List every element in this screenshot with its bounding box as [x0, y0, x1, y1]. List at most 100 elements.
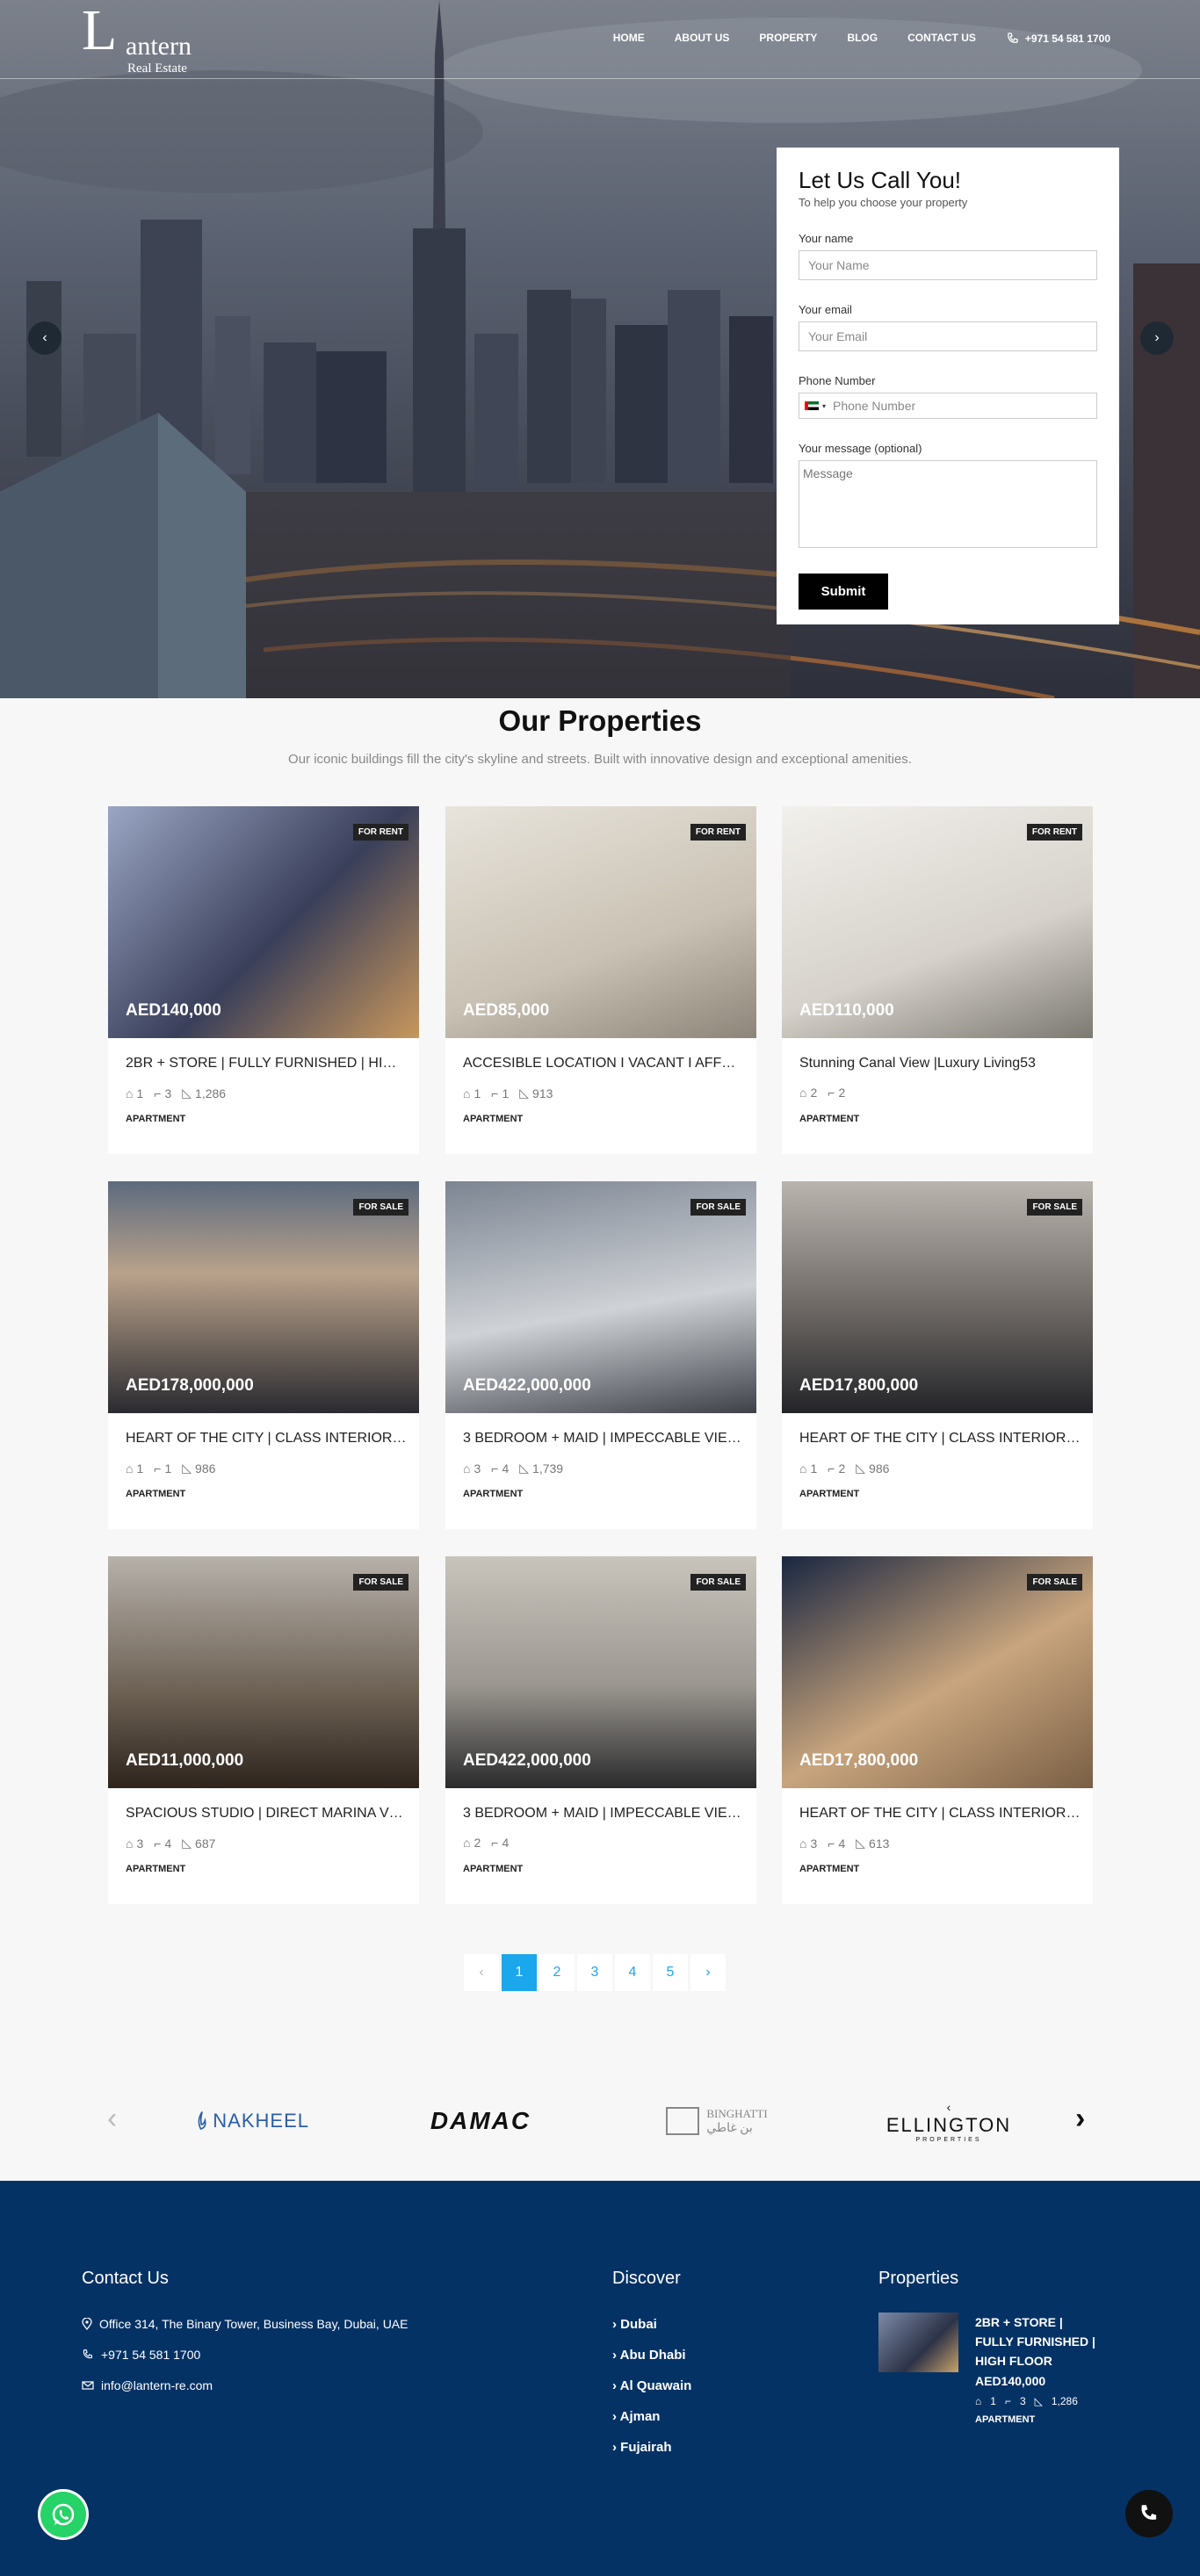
slider-prev-button[interactable]: ‹: [28, 321, 61, 355]
nav-phone-link[interactable]: +971 54 581 1700: [1006, 32, 1110, 46]
partners-prev-button[interactable]: ‹: [107, 2102, 117, 2136]
whatsapp-icon: [52, 2503, 75, 2526]
property-card[interactable]: FOR RENT AED85,000 ACCESIBLE LOCATION I VA…: [445, 806, 756, 1154]
listing-badge: FOR SALE: [1027, 1574, 1082, 1591]
property-title[interactable]: 3 BEDROOM + MAID | IMPECCABLE VIEW | VAC…: [463, 1431, 744, 1447]
page-2-button[interactable]: 2: [539, 1954, 575, 1991]
ellington-text: ELLINGTON: [886, 2113, 1012, 2136]
property-image[interactable]: FOR RENT AED140,000: [108, 806, 419, 1038]
property-title[interactable]: HEART OF THE CITY | CLASS INTERIOR | BUR…: [799, 1806, 1081, 1822]
ellington-logo[interactable]: ‹ ELLINGTON PROPERTIES: [886, 2095, 1012, 2147]
property-card[interactable]: FOR SALE AED17,800,000 HEART OF THE CITY |…: [782, 1181, 1093, 1529]
call-now-button[interactable]: [1125, 2490, 1173, 2537]
discover-link-fujairah[interactable]: › Fujairah: [612, 2440, 672, 2455]
property-card[interactable]: FOR SALE AED11,000,000 SPACIOUS STUDIO | D…: [108, 1556, 419, 1904]
property-image[interactable]: FOR RENT AED110,000: [782, 806, 1093, 1038]
partner-carousel: ‹ › NAKHEEL DAMAC BINGHATTI بن غاطي ‹ EL…: [0, 2060, 1200, 2183]
property-card[interactable]: FOR RENT AED110,000 Stunning Canal View |L…: [782, 806, 1093, 1154]
property-image[interactable]: FOR SALE AED422,000,000: [445, 1556, 756, 1788]
property-card[interactable]: FOR RENT AED140,000 2BR + STORE | FULLY FU…: [108, 806, 419, 1154]
message-textarea[interactable]: [799, 460, 1097, 548]
property-meta: ⌂ 3 ⌐ 4 ◺ 613: [799, 1836, 889, 1851]
area-info: ◺ 1,739: [519, 1461, 563, 1476]
property-card[interactable]: FOR SALE AED422,000,000 3 BEDROOM + MAID |…: [445, 1181, 756, 1529]
nakheel-mark-icon: [198, 2111, 206, 2130]
discover-link-al-quawain[interactable]: › Al Quawain: [612, 2378, 691, 2393]
name-input[interactable]: Your Name: [799, 250, 1097, 280]
page-next-button[interactable]: ›: [690, 1954, 726, 1991]
discover-link-abu-dhabi[interactable]: › Abu Dhabi: [612, 2348, 686, 2363]
baths-count: 2: [838, 1461, 846, 1476]
area-icon: ◺: [519, 1086, 530, 1100]
property-price: AED17,800,000: [799, 1751, 919, 1770]
page-3-button[interactable]: 3: [577, 1954, 612, 1991]
bath-icon: ⌐: [491, 1086, 499, 1100]
email-input[interactable]: Your Email: [799, 321, 1097, 351]
listing-badge: FOR RENT: [352, 824, 408, 841]
partners-next-button[interactable]: ›: [1075, 2102, 1085, 2136]
property-title[interactable]: Stunning Canal View |Luxury Living53: [799, 1056, 1081, 1072]
area-value: 613: [869, 1836, 890, 1851]
nav-blog[interactable]: BLOG: [847, 32, 878, 46]
property-title[interactable]: SPACIOUS STUDIO | DIRECT MARINA VIEW: [126, 1806, 407, 1822]
area-info: ◺ 1,286: [182, 1086, 226, 1100]
property-card[interactable]: FOR SALE AED17,800,000 HEART OF THE CITY |…: [782, 1556, 1093, 1904]
uae-flag-icon: [805, 401, 819, 410]
footer-phone[interactable]: +971 54 581 1700: [82, 2348, 200, 2362]
property-image[interactable]: FOR RENT AED85,000: [445, 806, 756, 1038]
featured-property-thumb[interactable]: [878, 2313, 958, 2372]
slider-next-button[interactable]: ›: [1140, 321, 1174, 355]
featured-property-title[interactable]: 2BR + STORE | FULLY FURNISHED | HIGH FLO…: [975, 2313, 1098, 2370]
property-card[interactable]: FOR SALE AED422,000,000 3 BEDROOM + MAID |…: [445, 1556, 756, 1904]
property-title[interactable]: 2BR + STORE | FULLY FURNISHED | HIGH FLO…: [126, 1056, 407, 1072]
property-image[interactable]: FOR SALE AED17,800,000: [782, 1181, 1093, 1413]
property-image[interactable]: FOR SALE AED178,000,000: [108, 1181, 419, 1413]
damac-logo[interactable]: DAMAC: [415, 2095, 546, 2147]
whatsapp-button[interactable]: [40, 2492, 86, 2537]
footer-address: Office 314, The Binary Tower, Business B…: [82, 2317, 408, 2331]
nakheel-logo[interactable]: NAKHEEL: [195, 2095, 309, 2147]
property-title[interactable]: HEART OF THE CITY | CLASS INTERIOR | BUR…: [799, 1431, 1081, 1447]
bed-icon: ⌂: [126, 1086, 134, 1100]
logo-word: antern: [126, 32, 192, 61]
country-select[interactable]: ▾: [799, 393, 833, 418]
footer-email[interactable]: info@lantern-re.com: [82, 2378, 213, 2392]
nav-contact[interactable]: CONTACT US: [907, 32, 976, 46]
area-info: ◺ 986: [856, 1461, 889, 1476]
page-prev-button[interactable]: ‹: [464, 1954, 499, 1991]
page-1-button[interactable]: 1: [502, 1954, 537, 1991]
phone-input[interactable]: Phone Number: [833, 399, 915, 413]
page-5-button[interactable]: 5: [653, 1954, 688, 1991]
property-title[interactable]: HEART OF THE CITY | CLASS INTERIOR | BUR…: [126, 1431, 407, 1447]
nav-about[interactable]: ABOUT US: [675, 32, 730, 46]
nav-property[interactable]: PROPERTY: [759, 32, 817, 46]
bed-icon: ⌂: [799, 1836, 807, 1851]
baths-info: ⌐ 4: [828, 1836, 845, 1851]
featured-property-meta: ⌂ 1 ⌐ 3 ◺ 1,286: [975, 2395, 1078, 2407]
discover-link-ajman[interactable]: › Ajman: [612, 2409, 660, 2424]
submit-button[interactable]: Submit: [799, 574, 888, 610]
property-image[interactable]: FOR SALE AED422,000,000: [445, 1181, 756, 1413]
bath-icon: ⌐: [828, 1086, 835, 1100]
beds-count: 1: [136, 1461, 144, 1476]
binghatti-logo[interactable]: BINGHATTI بن غاطي: [655, 2095, 778, 2147]
property-card[interactable]: FOR SALE AED178,000,000 HEART OF THE CITY …: [108, 1181, 419, 1529]
property-type: APARTMENT: [799, 1114, 860, 1124]
page-4-button[interactable]: 4: [615, 1954, 650, 1991]
property-image[interactable]: FOR SALE AED11,000,000: [108, 1556, 419, 1788]
property-price: AED178,000,000: [126, 1376, 254, 1395]
area-info: ◺ 687: [182, 1836, 215, 1851]
nav-home[interactable]: HOME: [613, 32, 645, 46]
beds-info: ⌂ 1: [126, 1461, 143, 1476]
discover-link-dubai[interactable]: › Dubai: [612, 2317, 657, 2332]
featured-property-price: AED140,000: [975, 2374, 1046, 2388]
featured-beds: 1: [990, 2395, 996, 2407]
property-title[interactable]: ACCESIBLE LOCATION I VACANT I AFFORDABLE: [463, 1056, 744, 1072]
baths-count: 2: [838, 1086, 846, 1100]
logo-initial: L: [82, 0, 118, 62]
bed-icon: ⌂: [463, 1836, 471, 1850]
bed-icon: ⌂: [799, 1086, 807, 1100]
property-image[interactable]: FOR SALE AED17,800,000: [782, 1556, 1093, 1788]
property-title[interactable]: 3 BEDROOM + MAID | IMPECCABLE VIEW | VAC…: [463, 1806, 744, 1822]
section-title: Our Properties: [498, 704, 702, 737]
